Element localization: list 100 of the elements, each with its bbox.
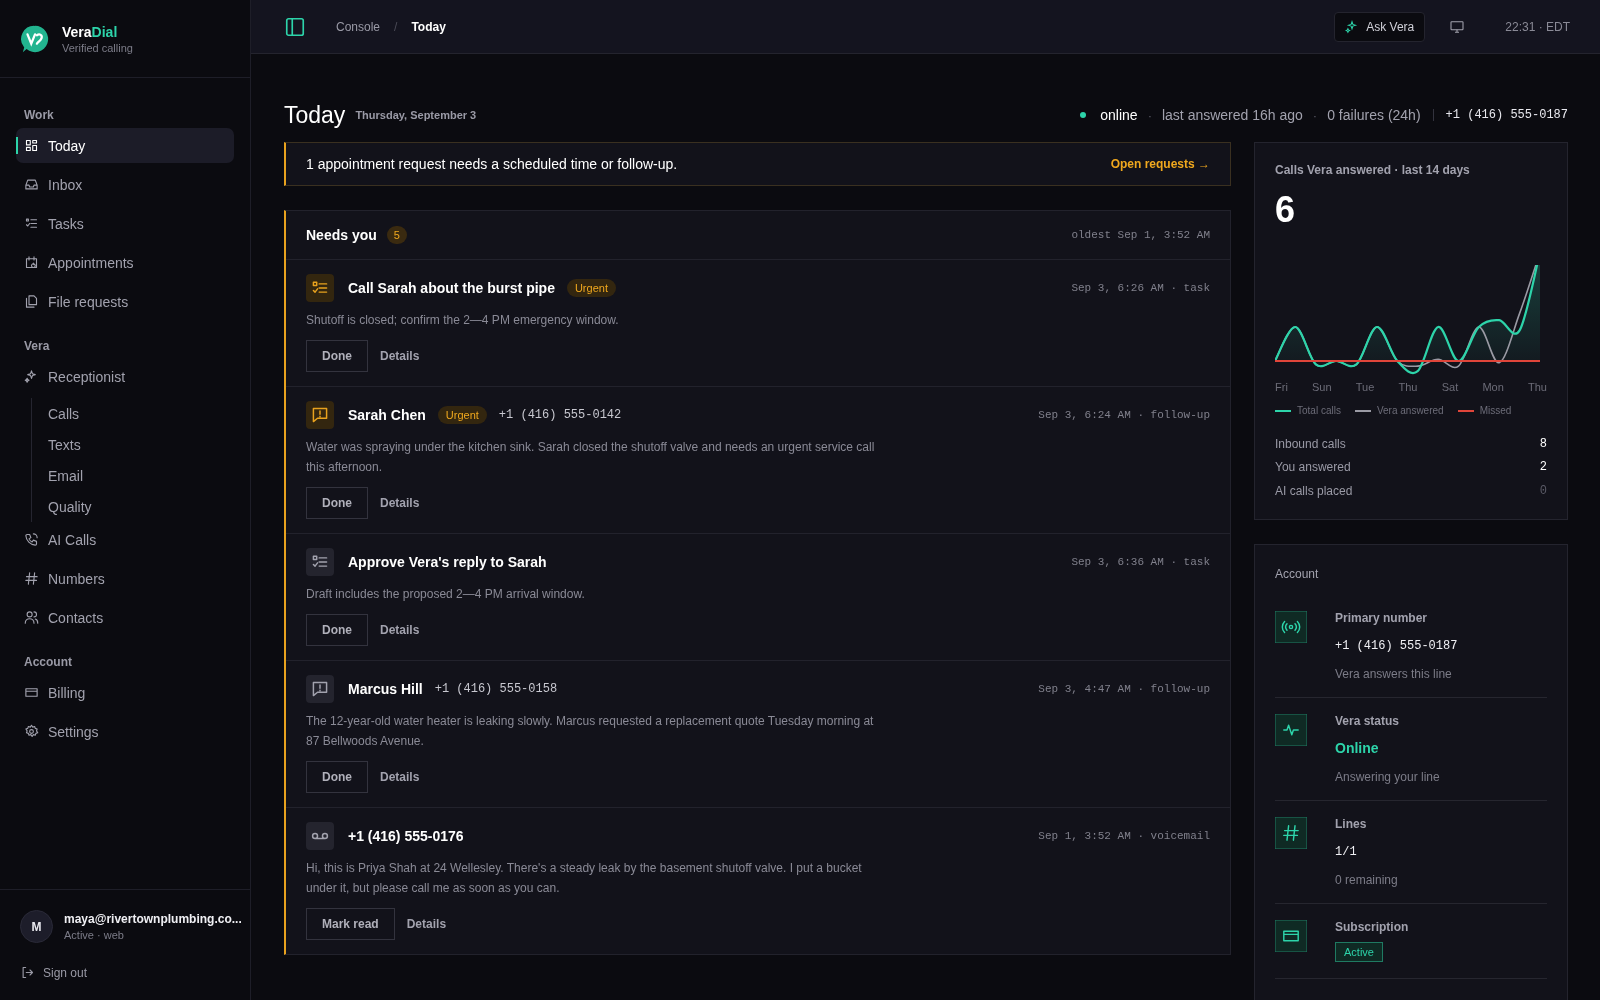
legend-label: Vera answered — [1376, 405, 1444, 416]
sidebar-item[interactable]: Tasks — [16, 206, 234, 241]
account-note: Answering your line — [1335, 769, 1440, 784]
account-note: 0 remaining — [1335, 872, 1398, 887]
primary-action-button[interactable]: Done — [306, 761, 368, 793]
phone-number: +1 (416) 555-0187 — [1445, 108, 1568, 122]
primary-action-button[interactable]: Done — [306, 487, 368, 519]
nav-icon — [24, 294, 39, 309]
account-label: Subscription — [1335, 919, 1409, 934]
item-title: Marcus Hill — [348, 681, 423, 697]
details-link[interactable]: Details — [380, 770, 420, 784]
sidebar-item[interactable]: File requests — [16, 284, 234, 319]
sidebar-item[interactable]: Receptionist — [16, 359, 234, 394]
sidebar-item[interactable]: Contacts — [16, 600, 234, 635]
phone-number: +1 (416) 555-0158 — [434, 682, 558, 696]
stat-value: 0 — [1539, 483, 1547, 498]
open-requests-link[interactable]: Open requests → — [1110, 157, 1210, 171]
item-description: Draft includes the proposed 2—4 PM arrival window. — [306, 586, 586, 603]
phone-number: +1 (416) 555-0142 — [498, 408, 622, 422]
nav-icon — [24, 685, 39, 700]
item-title: Sarah Chen — [348, 407, 426, 423]
status-text: last answered 16h ago — [1161, 107, 1303, 123]
primary-action-button[interactable]: Mark read — [306, 908, 395, 940]
message-alert-icon — [306, 675, 334, 703]
sidebar-item[interactable]: AI Calls — [16, 522, 234, 557]
item-meta: Sep 3, 4:47 AM · follow-up — [1038, 683, 1210, 695]
account-note: Vera answers this line — [1335, 666, 1453, 681]
nav-icon — [24, 724, 39, 739]
item-meta: Sep 3, 6:24 AM · follow-up — [1038, 409, 1210, 421]
legend-label: Total calls — [1297, 405, 1341, 416]
details-link[interactable]: Details — [406, 917, 447, 931]
nav-section-title: Vera — [23, 338, 51, 355]
primary-action-button[interactable]: Done — [306, 340, 368, 372]
breadcrumb-link[interactable]: Today — [411, 19, 446, 34]
status-value: Online — [1335, 739, 1380, 756]
details-link[interactable]: Details — [380, 496, 420, 510]
online-status-dot — [1080, 112, 1087, 118]
primary-action-button[interactable]: Done — [306, 614, 368, 646]
page-date: Thursday, September 3 — [355, 109, 477, 121]
avatar: M — [20, 910, 53, 943]
item-meta: Sep 3, 6:26 AM · task — [1071, 282, 1210, 294]
sidebar-subitem[interactable]: Texts — [48, 429, 234, 460]
ask-vera-button[interactable]: Ask Vera — [1334, 11, 1426, 42]
details-link[interactable]: Details — [380, 349, 420, 363]
status-text: online — [1100, 107, 1138, 123]
axis-label: Sat — [1441, 381, 1459, 393]
brand-tagline: Verified calling — [62, 41, 133, 54]
pulse-icon — [1275, 713, 1307, 746]
sidebar-item[interactable]: Numbers — [16, 561, 234, 596]
axis-label: Sun — [1312, 381, 1332, 393]
axis-label: Thu — [1398, 381, 1418, 393]
item-title: Call Sarah about the burst pipe — [348, 280, 555, 296]
nav-icon — [24, 138, 39, 153]
details-link[interactable]: Details — [380, 623, 420, 637]
item-meta: Sep 1, 3:52 AM · voicemail — [1038, 830, 1210, 842]
stat-label: AI calls placed — [1275, 483, 1353, 498]
nav-icon — [24, 255, 39, 270]
breadcrumb-link[interactable]: Console — [336, 19, 381, 34]
item-title: +1 (416) 555-0176 — [348, 828, 464, 844]
status-separator: · — [1147, 107, 1152, 123]
stat-value: 2 — [1539, 460, 1547, 475]
sidebar-subitem[interactable]: Quality — [48, 491, 234, 522]
panel-title: Needs you — [306, 227, 377, 243]
sidebar-item[interactable]: Settings — [16, 714, 234, 749]
count-badge: 5 — [386, 226, 407, 244]
sidebar-item[interactable]: Inbox — [16, 167, 234, 202]
user-email: maya@rivertownplumbing.co... — [64, 912, 242, 926]
axis-label: Tue — [1355, 381, 1375, 393]
stat-label: You answered — [1275, 460, 1351, 475]
user-status: Active · web — [64, 929, 125, 941]
item-description: The 12-year-old water heater is leaking slowly. Marcus requested a replacement quote Tuesday morning at 87 Bellwoods Avenue. — [306, 713, 875, 750]
axis-label: Fri — [1275, 381, 1288, 393]
status-badge: Active — [1335, 941, 1383, 962]
legend-label: Missed — [1479, 405, 1512, 416]
sidebar-item[interactable]: Today — [16, 128, 234, 163]
item-meta: Sep 3, 6:36 AM · task — [1071, 556, 1210, 568]
sign-out-link[interactable]: Sign out — [0, 957, 250, 1000]
sidebar-toggle-icon[interactable] — [284, 15, 306, 38]
sidebar-item[interactable]: Appointments — [16, 245, 234, 280]
nav-section-title: Work — [23, 107, 55, 124]
breadcrumb-separator: / — [394, 19, 398, 34]
status-separator: · — [1312, 107, 1318, 123]
nav-section-title: Account — [23, 654, 73, 671]
card-title: Calls Vera answered · last 14 days — [1275, 163, 1471, 177]
nav-icon — [24, 571, 39, 586]
calls-total: 6 — [1275, 189, 1297, 231]
brand-name: VeraDial — [62, 23, 119, 40]
item-description: Water was spraying under the kitchen sink. Sarah closed the shutoff valve and needs an urgent service call this afternoon. — [306, 439, 876, 476]
account-label: Lines — [1335, 816, 1368, 831]
account-label: Vera status — [1335, 713, 1401, 728]
urgent-badge: Urgent — [437, 406, 487, 424]
sidebar-subitem[interactable]: Calls — [48, 398, 234, 429]
nav-icon — [24, 610, 39, 625]
sidebar-subitem[interactable]: Email — [48, 460, 234, 491]
monitor-icon[interactable] — [1449, 18, 1466, 35]
hash-icon — [1275, 816, 1307, 849]
broadcast-icon — [1275, 610, 1307, 643]
status-text: 0 failures (24h) — [1327, 107, 1421, 123]
urgent-badge: Urgent — [566, 279, 616, 297]
sidebar-item[interactable]: Billing — [16, 675, 234, 710]
